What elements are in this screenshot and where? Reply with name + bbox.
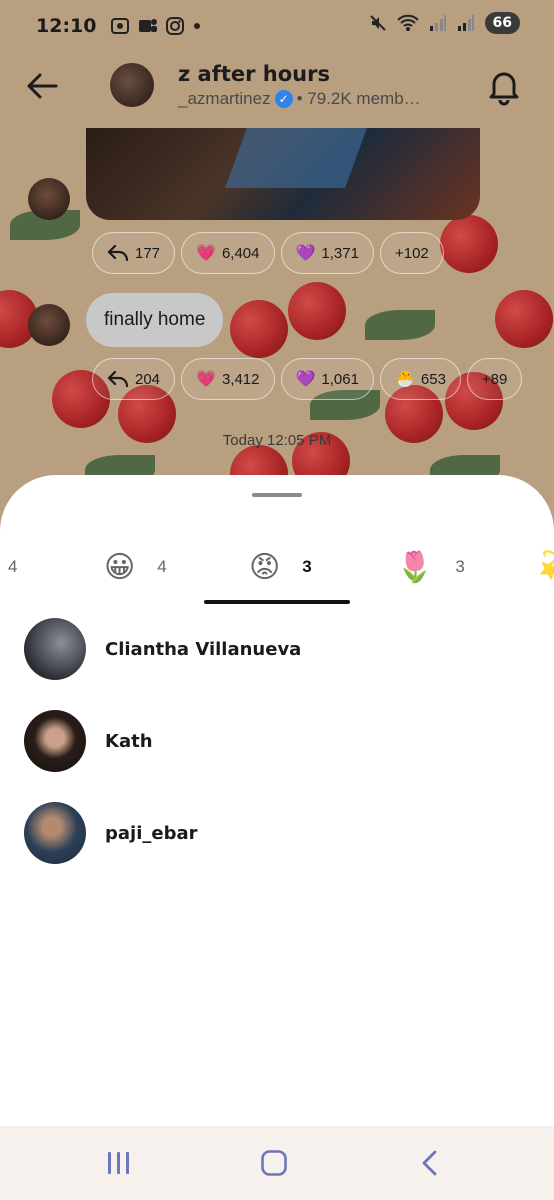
active-tab-indicator	[204, 600, 350, 604]
cherry-decor	[230, 300, 288, 358]
hatching-chick-icon: 🐣	[394, 371, 415, 388]
avatar	[24, 618, 86, 680]
reaction-tabs: 4 😀 4 😡 3 🌷 3 💫	[0, 543, 554, 604]
channel-handle: _azmartinez	[178, 89, 271, 108]
reaction-pill[interactable]: 💗 3,412	[181, 358, 275, 400]
tab-reaction-angry[interactable]: 😡 3	[249, 543, 312, 591]
tulip-icon: 🌷	[396, 550, 434, 584]
reaction-count: 1,371	[321, 244, 359, 262]
tab-reaction-grinning[interactable]: 😀 4	[104, 543, 167, 591]
reaction-count: 1,061	[321, 370, 359, 388]
reaction-pill[interactable]: 177	[92, 232, 176, 274]
more-reactions-pill[interactable]: +89	[466, 358, 523, 400]
tab-count: 3	[302, 557, 312, 576]
channel-subtitle: _azmartinez ✓ • 79.2K memb…	[178, 89, 421, 109]
reactor-name: Kath	[105, 730, 153, 752]
angry-face-icon: 😡	[249, 550, 281, 584]
photo-reactions: 177 💗 6,404 💜 1,371 +102	[92, 232, 444, 274]
reaction-count: 177	[135, 244, 161, 262]
channel-header: z after hours _azmartinez ✓ • 79.2K memb…	[0, 52, 554, 122]
instagram-icon	[166, 17, 185, 35]
reactor-row[interactable]: Cliantha Villanueva	[0, 609, 554, 689]
cherry-decor	[495, 290, 553, 348]
back-chevron-icon	[422, 1150, 437, 1176]
reaction-pill[interactable]: 204	[92, 358, 176, 400]
heart-pink-icon: 💗	[196, 245, 216, 262]
grinning-face-icon: 😀	[104, 550, 136, 584]
recents-icon	[108, 1152, 129, 1174]
dizzy-icon: 💫	[538, 550, 554, 585]
wifi-icon	[396, 14, 419, 31]
sender-avatar[interactable]	[28, 304, 70, 346]
member-count: • 79.2K memb…	[296, 89, 421, 108]
back-arrow-icon[interactable]	[22, 66, 62, 106]
heart-pink-icon: 💗	[196, 371, 216, 388]
tab-reaction-tulip[interactable]: 🌷 3	[396, 543, 465, 591]
heart-purple-icon: 💜	[295, 245, 316, 262]
dot-icon	[194, 23, 201, 29]
date-separator: Today 12:05 PM	[222, 432, 332, 449]
channel-title[interactable]: z after hours	[178, 62, 330, 86]
drag-handle[interactable]	[252, 493, 302, 497]
text-reactions: 204 💗 3,412 💜 1,061 🐣 653 +89	[92, 358, 523, 400]
screenshot-icon	[111, 18, 130, 34]
reaction-count: 204	[135, 370, 161, 388]
reactor-name: Cliantha Villanueva	[105, 638, 302, 660]
photo-message[interactable]	[86, 128, 480, 220]
system-icons: 66	[369, 12, 520, 34]
reaction-pill[interactable]: 💜 1,371	[280, 232, 374, 274]
verified-icon: ✓	[274, 90, 293, 108]
recents-button[interactable]	[99, 1146, 139, 1180]
signal-icon	[429, 15, 446, 31]
leaf-decor	[365, 310, 435, 340]
reactor-name: paji_ebar	[105, 822, 198, 844]
channel-avatar[interactable]	[110, 63, 154, 107]
more-reactions-pill[interactable]: +102	[379, 232, 444, 274]
reaction-count: 653	[420, 370, 446, 388]
battery-indicator: 66	[484, 12, 520, 34]
tab-count: 4	[8, 557, 18, 576]
system-nav-bar	[0, 1126, 554, 1200]
bell-icon[interactable]	[484, 66, 524, 106]
reactor-row[interactable]: Kath	[0, 701, 554, 781]
reaction-count: 6,404	[221, 244, 260, 262]
cherry-decor	[288, 282, 346, 340]
text-message-bubble[interactable]: finally home	[86, 293, 224, 347]
sender-avatar[interactable]	[28, 178, 70, 220]
reaction-pill[interactable]: 💗 6,404	[181, 232, 275, 274]
notification-icons	[110, 17, 202, 35]
reactions-sheet: 4 😀 4 😡 3 🌷 3 💫 Cliantha Villanueva Kath…	[0, 475, 554, 1126]
reaction-count: 3,412	[221, 370, 260, 388]
reaction-pill[interactable]: 💜 1,061	[280, 358, 374, 400]
reply-icon	[107, 244, 129, 262]
status-time: 12:10	[36, 15, 97, 37]
avatar	[24, 802, 86, 864]
signal-icon	[457, 15, 474, 31]
home-button[interactable]	[254, 1146, 294, 1180]
tab-reaction-dizzy[interactable]: 💫	[538, 543, 554, 591]
back-button[interactable]	[410, 1146, 450, 1180]
home-icon	[261, 1150, 287, 1176]
cherry-decor	[440, 215, 498, 273]
teams-icon	[139, 19, 158, 32]
reaction-count: +89	[481, 370, 508, 388]
status-bar: 12:10 66	[0, 0, 554, 52]
heart-purple-icon: 💜	[295, 371, 316, 388]
tab-reaction-partial[interactable]: 4	[8, 543, 17, 591]
mute-icon	[369, 15, 386, 31]
reactor-row[interactable]: paji_ebar	[0, 793, 554, 873]
reaction-count: +102	[394, 244, 429, 262]
tab-count: 4	[157, 557, 167, 576]
reaction-pill[interactable]: 🐣 653	[379, 358, 461, 400]
reply-icon	[107, 370, 129, 388]
tab-count: 3	[455, 557, 465, 576]
avatar	[24, 710, 86, 772]
